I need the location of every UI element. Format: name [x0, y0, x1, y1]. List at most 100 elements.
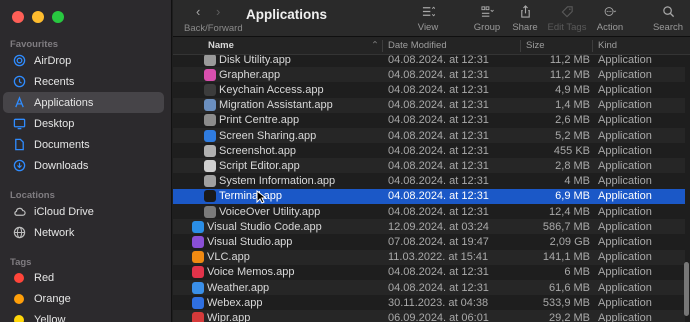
- window-title: Applications: [246, 7, 328, 22]
- column-divider[interactable]: [382, 40, 383, 52]
- close-button[interactable]: [12, 11, 24, 23]
- app-icon: [192, 281, 204, 294]
- view-label: View: [417, 22, 439, 33]
- file-size: 2,09 GB: [549, 235, 590, 248]
- sidebar-item-applications[interactable]: Applications: [3, 92, 164, 113]
- file-row[interactable]: Screen Sharing.app 04.08.2024. at 12:31 5,…: [173, 128, 685, 143]
- file-row[interactable]: Script Editor.app 04.08.2024. at 12:31 2,8…: [173, 158, 685, 174]
- share-label: Share: [512, 22, 538, 33]
- tag-icon: [545, 4, 589, 19]
- clock-icon: [12, 75, 26, 89]
- sidebar-item-icloud-drive[interactable]: iCloud Drive: [3, 201, 164, 222]
- search-label: Search: [652, 22, 684, 33]
- sidebar-tag-orange[interactable]: Orange: [3, 288, 164, 309]
- sidebar-item-network[interactable]: Network: [3, 222, 164, 243]
- column-divider[interactable]: [592, 40, 593, 52]
- window-controls: [12, 11, 64, 23]
- file-row[interactable]: Migration Assistant.app 04.08.2024. at 12…: [173, 97, 685, 113]
- file-row[interactable]: Keychain Access.app 04.08.2024. at 12:31 4…: [173, 82, 685, 97]
- sidebar-item-label: Network: [34, 226, 75, 239]
- file-size: 12,4 MB: [549, 205, 590, 218]
- file-date-modified: 04.08.2024. at 12:31: [388, 190, 489, 203]
- file-kind: Application: [598, 129, 652, 142]
- file-kind: Application: [598, 311, 652, 322]
- sidebar-item-recents[interactable]: Recents: [3, 71, 164, 92]
- sidebar-item-airdrop[interactable]: AirDrop: [3, 50, 164, 71]
- sidebar: Favourites AirDrop Recents Applications …: [0, 0, 172, 322]
- file-row[interactable]: Voice Memos.app 04.08.2024. at 12:31 6 MB A…: [173, 265, 685, 280]
- search-icon: [646, 4, 690, 19]
- app-icon: [192, 311, 204, 322]
- sidebar-item-label: Recents: [34, 75, 75, 88]
- app-icon: [204, 83, 216, 96]
- file-name: Keychain Access.app: [219, 83, 324, 96]
- file-row[interactable]: Grapher.app 04.08.2024. at 12:31 11,2 MB Ap…: [173, 67, 685, 83]
- locations-section-title: Locations: [10, 190, 55, 201]
- file-date-modified: 04.08.2024. at 12:31: [388, 114, 489, 127]
- file-row[interactable]: Disk Utility.app 04.08.2024. at 12:31 11,2…: [173, 55, 685, 67]
- file-date-modified: 04.08.2024. at 12:31: [388, 266, 489, 279]
- sidebar-item-label: Documents: [34, 138, 90, 151]
- back-forward-caption: Back/Forward: [184, 23, 243, 34]
- sidebar-item-desktop[interactable]: Desktop: [3, 113, 164, 134]
- vertical-scrollbar[interactable]: [684, 262, 689, 316]
- file-row[interactable]: Wipr.app 06.09.2024. at 06:01 29,2 MB Appli…: [173, 310, 685, 322]
- file-row[interactable]: System Information.app 04.08.2024. at 12:…: [173, 174, 685, 189]
- file-row[interactable]: Screenshot.app 04.08.2024. at 12:31 455 KB…: [173, 143, 685, 158]
- edit-tags-button[interactable]: Edit Tags: [545, 4, 589, 33]
- file-size: 4 MB: [564, 175, 590, 188]
- file-row[interactable]: Visual Studio.app 07.08.2024. at 19:47 2,0…: [173, 234, 685, 249]
- file-kind: Application: [598, 114, 652, 127]
- file-name: Visual Studio Code.app: [207, 220, 322, 233]
- sidebar-item-documents[interactable]: Documents: [3, 134, 164, 155]
- column-divider[interactable]: [520, 40, 521, 52]
- file-kind: Application: [598, 55, 652, 66]
- back-button[interactable]: ‹: [196, 4, 200, 19]
- mouse-pointer-icon: [256, 190, 266, 204]
- app-icon: [204, 159, 216, 172]
- app-icon: [204, 205, 216, 218]
- sort-indicator-icon: ⌃: [371, 40, 379, 51]
- file-row[interactable]: VLC.app 11.03.2022. at 15:41 141,1 MB Appli…: [173, 249, 685, 265]
- action-button[interactable]: Action: [588, 4, 632, 33]
- search-button[interactable]: Search: [646, 4, 690, 33]
- file-size: 586,7 MB: [542, 220, 590, 233]
- file-kind: Application: [598, 220, 652, 233]
- file-kind: Application: [598, 235, 652, 248]
- file-kind: Application: [598, 159, 652, 172]
- forward-button[interactable]: ›: [216, 4, 220, 19]
- file-size: 6,9 MB: [555, 190, 590, 203]
- column-kind[interactable]: Kind: [598, 40, 617, 51]
- sidebar-item-downloads[interactable]: Downloads: [3, 155, 164, 176]
- file-row[interactable]: Print Centre.app 04.08.2024. at 12:31 2,6 …: [173, 113, 685, 128]
- favorites-section-title: Favourites: [10, 39, 59, 50]
- file-date-modified: 30.11.2023. at 04:38: [388, 296, 489, 309]
- column-date-modified[interactable]: Date Modified: [388, 40, 447, 51]
- network-icon: [12, 226, 26, 240]
- file-size: 2,6 MB: [555, 114, 590, 127]
- share-button[interactable]: Share: [503, 4, 547, 33]
- finder-window: Favourites AirDrop Recents Applications …: [0, 0, 690, 322]
- column-name[interactable]: Name: [208, 40, 234, 51]
- file-date-modified: 04.08.2024. at 12:31: [388, 144, 489, 157]
- file-size: 2,8 MB: [555, 159, 590, 172]
- sidebar-tag-yellow[interactable]: Yellow: [3, 309, 164, 322]
- file-row[interactable]: VoiceOver Utility.app 04.08.2024. at 12:3…: [173, 204, 685, 219]
- app-icon: [204, 68, 216, 81]
- file-name: Grapher.app: [219, 68, 281, 81]
- file-row[interactable]: Terminal.app 04.08.2024. at 12:31 6,9 MB Ap…: [173, 188, 685, 204]
- view-button[interactable]: View: [406, 4, 450, 33]
- sidebar-tag-red[interactable]: Red: [3, 267, 164, 288]
- file-row[interactable]: Weather.app 04.08.2024. at 12:31 61,6 MB Ap…: [173, 280, 685, 295]
- file-date-modified: 04.08.2024. at 12:31: [388, 175, 489, 188]
- sidebar-item-label: AirDrop: [34, 54, 72, 67]
- minimize-button[interactable]: [32, 11, 44, 23]
- file-list: Disk Utility.app 04.08.2024. at 12:31 11,2…: [173, 55, 690, 322]
- column-size[interactable]: Size: [526, 40, 544, 51]
- file-name: Script Editor.app: [219, 159, 300, 172]
- file-row[interactable]: Visual Studio Code.app 12.09.2024. at 03:…: [173, 219, 685, 235]
- file-size: 4,9 MB: [555, 83, 590, 96]
- file-row[interactable]: Webex.app 30.11.2023. at 04:38 533,9 MB App…: [173, 295, 685, 310]
- zoom-button[interactable]: [52, 11, 64, 23]
- file-name: Wipr.app: [207, 311, 251, 322]
